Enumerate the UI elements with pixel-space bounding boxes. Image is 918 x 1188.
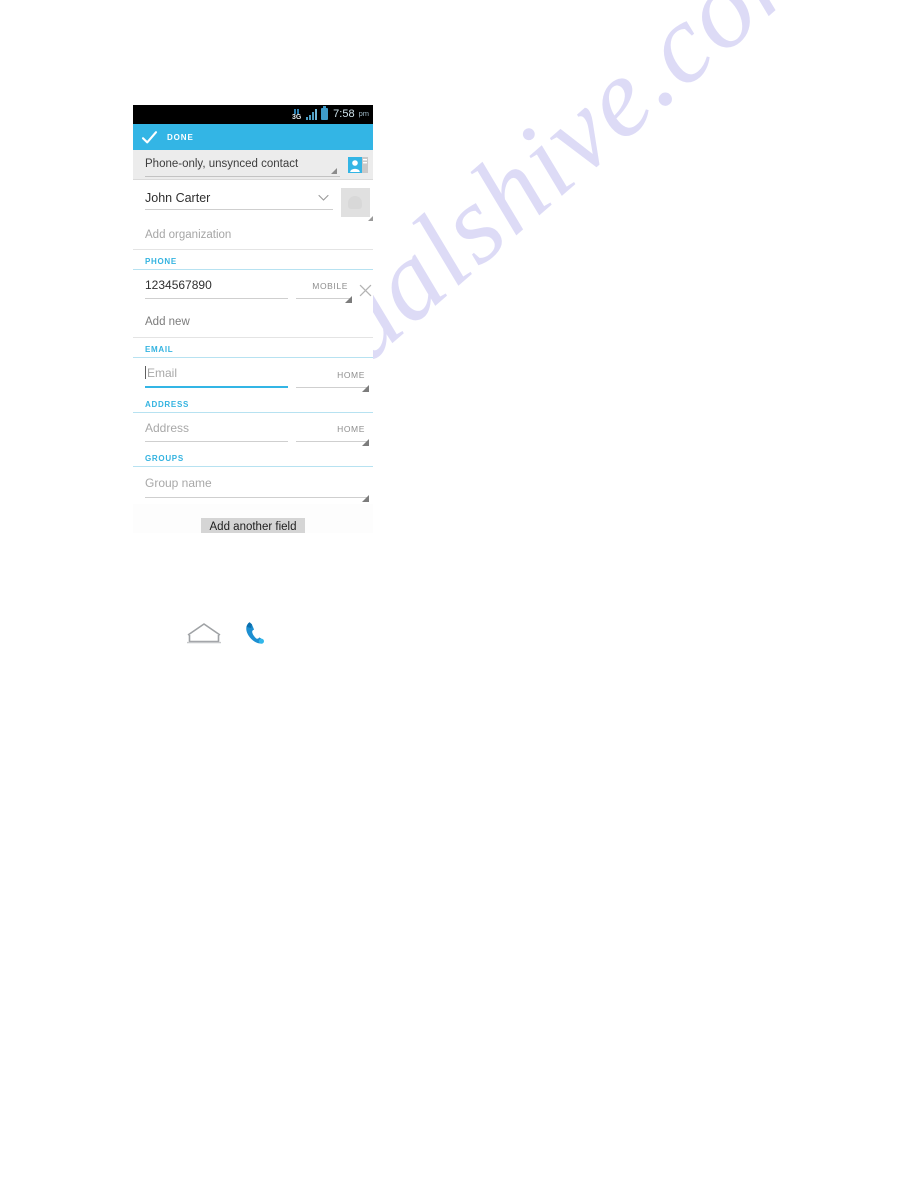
group-name-spinner[interactable]: Group name [145, 474, 369, 502]
status-bar-ampm: pm [358, 109, 369, 118]
action-bar: DONE [133, 124, 373, 150]
battery-full-icon [321, 106, 329, 120]
spinner-corner-icon [345, 296, 352, 303]
spinner-corner-icon [362, 385, 369, 392]
address-input[interactable]: Address [145, 419, 288, 442]
add-another-field-button[interactable]: Add another field [200, 518, 306, 533]
text-caret [145, 366, 146, 379]
phone-add-new-button[interactable]: Add new [133, 304, 373, 338]
email-type-spinner[interactable]: HOME [296, 365, 369, 392]
phone-screenshot: 3G 7:58 pm DONE Phone-only, unsynced con… [133, 105, 373, 533]
account-spinner[interactable]: Phone-only, unsynced contact [145, 152, 340, 177]
organization-input[interactable]: Add organization [133, 217, 373, 250]
phone-number-input[interactable]: 1234567890 [145, 276, 288, 299]
phone-type-label: MOBILE [312, 281, 348, 291]
section-header-groups: GROUPS [133, 447, 373, 467]
add-another-field-row: Add another field [133, 504, 373, 533]
email-placeholder: Email [147, 366, 178, 380]
email-input[interactable]: Email [145, 364, 288, 388]
phone-type-spinner[interactable]: MOBILE [296, 276, 352, 303]
section-header-phone: PHONE [133, 250, 373, 270]
status-bar-clock: 7:58 [333, 108, 355, 120]
network-type-label: 3G [291, 114, 302, 121]
section-header-address: ADDRESS [133, 393, 373, 413]
spinner-corner-icon [331, 168, 337, 174]
phone-add-new-label: Add new [145, 316, 190, 328]
close-icon[interactable] [357, 282, 373, 299]
phone-handset-icon[interactable] [243, 620, 265, 646]
contact-edit-form: John Carter Add organization PHONE 12345… [133, 180, 373, 533]
address-type-spinner[interactable]: HOME [296, 419, 369, 446]
phone-number-value: 1234567890 [145, 278, 212, 292]
photo-corner-icon [368, 215, 373, 221]
chevron-down-icon[interactable] [318, 194, 329, 202]
check-icon[interactable] [141, 129, 158, 146]
email-field-row: Email HOME [133, 358, 373, 393]
address-type-label: HOME [337, 424, 365, 434]
account-selector-row[interactable]: Phone-only, unsynced contact [133, 150, 373, 180]
spinner-corner-icon [362, 439, 369, 446]
nav-icons-group [185, 620, 265, 646]
phone-field-row: 1234567890 MOBILE [133, 270, 373, 304]
contact-photo-placeholder-icon[interactable] [341, 188, 373, 221]
groups-field-row: Group name [133, 467, 373, 504]
address-field-row: Address HOME [133, 413, 373, 447]
name-value: John Carter [145, 191, 211, 205]
home-icon[interactable] [185, 620, 223, 646]
organization-placeholder: Add organization [145, 229, 232, 241]
address-placeholder: Address [145, 421, 190, 435]
name-input[interactable]: John Carter [145, 191, 333, 210]
section-header-email: EMAIL [133, 338, 373, 358]
done-button-label[interactable]: DONE [167, 133, 194, 142]
group-name-placeholder: Group name [145, 476, 212, 490]
contact-card-icon [348, 156, 368, 173]
email-type-label: HOME [337, 370, 365, 380]
status-bar: 3G 7:58 pm [133, 105, 373, 124]
name-row: John Carter [133, 180, 373, 221]
status-bar-icons: 3G 7:58 pm [290, 106, 369, 122]
signal-bars-icon [306, 108, 318, 120]
account-selector-value: Phone-only, unsynced contact [145, 158, 299, 170]
data-up-down-arrows-icon: 3G [290, 107, 303, 122]
spinner-corner-icon [362, 495, 369, 502]
